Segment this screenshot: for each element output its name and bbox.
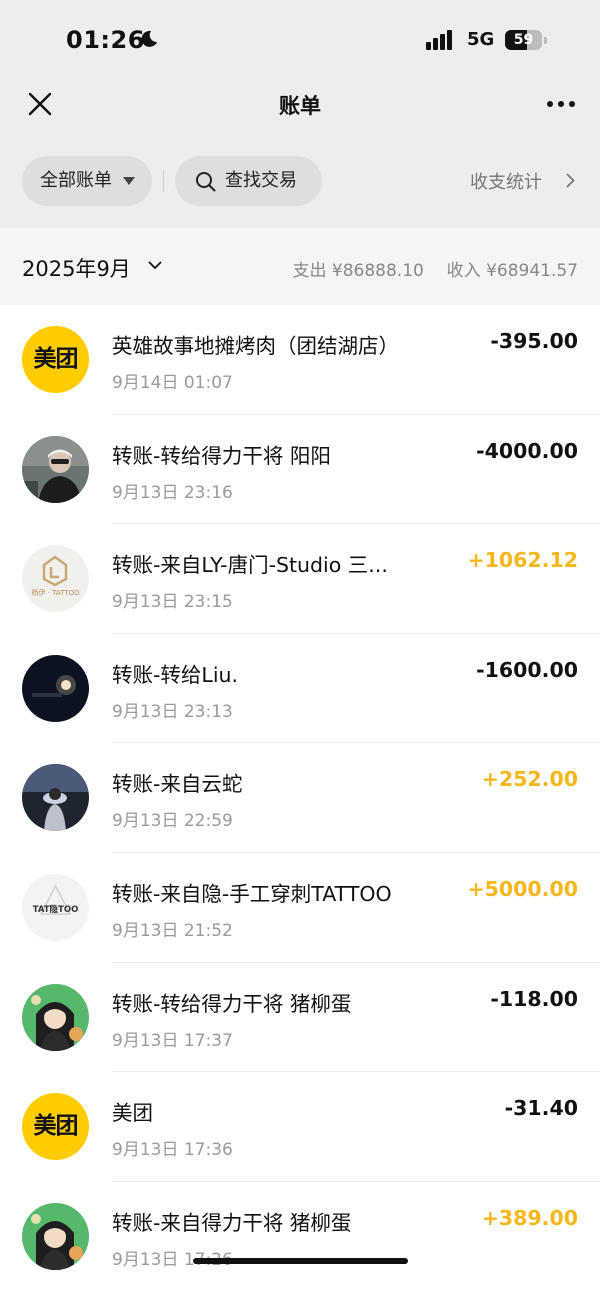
expense-label: 支出 [292,261,327,281]
transaction-title: 转账-来自得力干将 猪柳蛋 [112,1210,352,1235]
transaction-amount: +389.00 [481,1205,578,1230]
home-indicator [193,1258,408,1264]
avatar [22,654,89,722]
transaction-row[interactable]: 转账-来自云蛇 9月13日 22:59 +252.00 [0,743,600,853]
month-selector[interactable]: 2025年9月 [22,253,131,283]
transaction-date: 9月13日 17:37 [112,1030,233,1051]
transaction-amount: +5000.00 [467,877,578,901]
income-label: 收入 [446,261,481,281]
avatar [22,983,89,1051]
transaction-date: 9月13日 17:36 [112,1140,233,1161]
transaction-amount: +1062.12 [467,548,578,573]
expense-total: ¥86888.10 [331,261,424,281]
income-total: ¥68941.57 [486,261,578,281]
meituan-logo: 美团 [22,1093,89,1161]
transaction-date: 9月13日 21:52 [112,921,233,941]
tattoo-studio-logo: 杨伊 · TATTOO [22,545,89,613]
transaction-title: 转账-来自云蛇 [112,772,243,797]
avatar [22,764,89,832]
all-bills-filter[interactable]: 全部账单 [22,156,152,206]
tattoo-logo: TAT隐TOO [22,874,89,941]
svg-text:TAT隐TOO: TAT隐TOO [33,904,79,915]
status-time: 01:26 [66,26,145,54]
transaction-row[interactable]: TAT隐TOO 转账-来自隐-手工穿刺TATTOO 9月13日 21:52 +5… [0,853,600,963]
avatar [22,1202,89,1270]
caret-down-icon [123,177,135,185]
search-label: 查找交易 [225,170,297,191]
network-type: 5G [467,29,495,50]
transaction-title: 美团 [112,1101,153,1126]
transaction-title: 转账-转给得力干将 阳阳 [112,443,331,468]
all-bills-label: 全部账单 [40,170,112,191]
transaction-row[interactable]: 杨伊 · TATTOO 转账-来自LY-唐门-Studio 三... 9月13日… [0,524,600,634]
avatar [22,435,89,503]
transaction-date: 9月14日 01:07 [112,373,233,393]
transaction-title: 转账-来自隐-手工穿刺TATTOO [112,882,392,906]
more-icon[interactable] [546,92,576,116]
svg-text:杨伊 · TATTOO: 杨伊 · TATTOO [31,588,80,597]
transaction-date: 9月13日 23:16 [112,482,233,503]
transaction-row[interactable]: 转账-转给Liu. 9月13日 23:13 -1600.00 [0,634,600,744]
transaction-amount: -1600.00 [476,657,578,682]
transaction-row[interactable]: 转账-转给得力干将 猪柳蛋 9月13日 17:37 -118.00 [0,963,600,1073]
transaction-amount: -31.40 [504,1096,578,1121]
close-icon[interactable] [26,90,54,118]
transaction-title: 转账-来自LY-唐门-Studio 三... [112,553,388,578]
search-transactions-button[interactable]: 查找交易 [175,156,322,206]
filter-divider [163,170,164,192]
transaction-date: 9月13日 23:13 [112,701,233,722]
moon-icon [141,30,157,47]
chevron-down-icon[interactable] [148,261,162,270]
meituan-logo: 美团 [22,326,89,393]
battery-percent: 59 [513,32,534,48]
transaction-date: 9月13日 22:59 [112,811,233,832]
transaction-row[interactable]: 转账-转给得力干将 阳阳 9月13日 23:16 -4000.00 [0,415,600,525]
status-bar: 01:26 5G 59 [0,0,600,80]
transaction-amount: -118.00 [490,986,578,1011]
transaction-title: 英雄故事地摊烤肉（团结湖店） [112,334,399,358]
income-expense-stats-link[interactable]: 收支统计 [470,168,542,194]
transaction-row[interactable]: 转账-来自得力干将 猪柳蛋 9月13日 17:26 +389.00 [0,1182,600,1291]
signal-icon [426,30,452,50]
transaction-amount: -395.00 [490,329,578,353]
transaction-amount: +252.00 [481,767,578,792]
battery-icon: 59 [505,30,547,50]
month-totals: 支出 ¥86888.10 收入 ¥68941.57 [293,256,579,281]
transaction-title: 转账-转给得力干将 猪柳蛋 [112,991,352,1016]
chevron-right-icon [566,173,575,188]
page-title: 账单 [279,94,321,118]
transaction-row[interactable]: 美团 美团 9月13日 17:36 -31.40 [0,1072,600,1182]
search-icon [196,172,216,192]
transaction-amount: -4000.00 [476,438,578,463]
transaction-title: 转账-转给Liu. [112,662,239,687]
transaction-date: 9月13日 23:15 [112,592,233,613]
transaction-row[interactable]: 美团 英雄故事地摊烤肉（团结湖店） 9月14日 01:07 -395.00 [0,305,600,415]
